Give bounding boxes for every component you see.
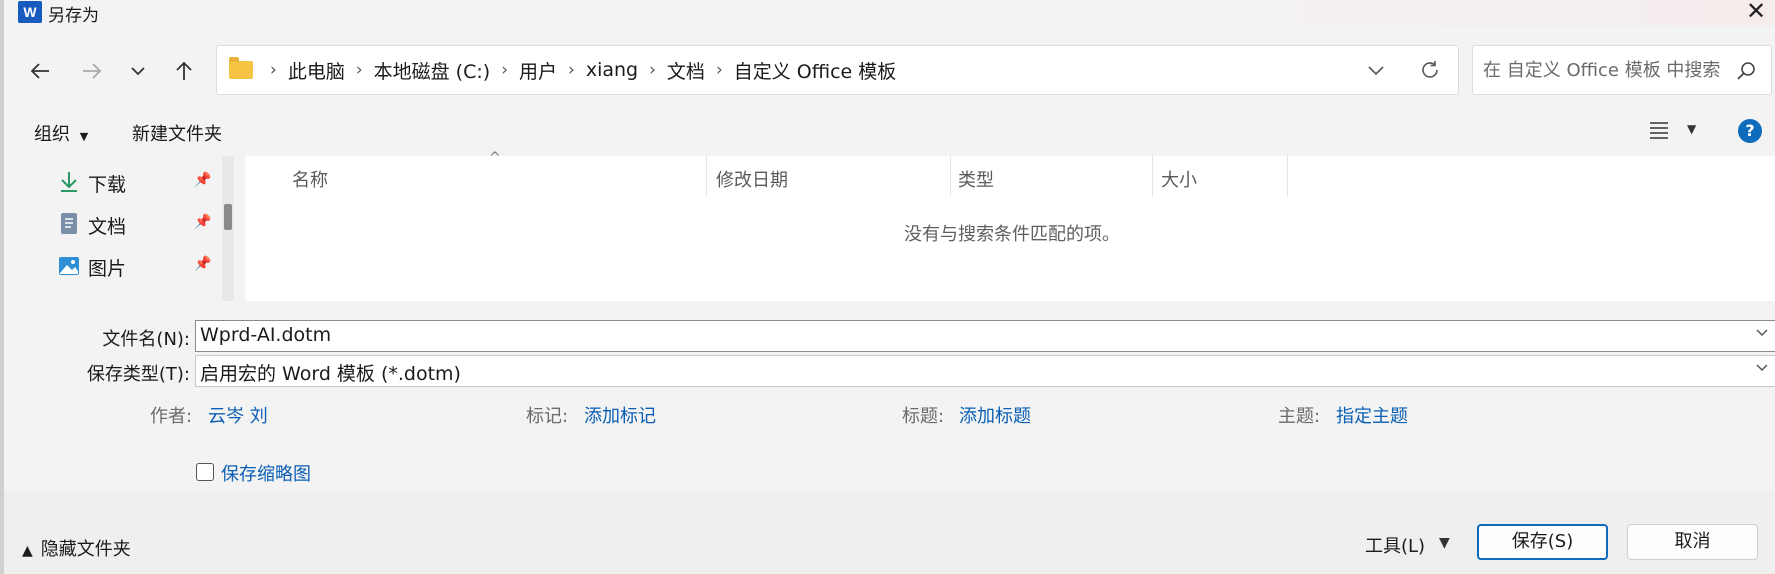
search-input[interactable] — [1483, 56, 1723, 84]
crumb-separator[interactable]: › — [649, 60, 656, 80]
chevron-down-icon — [1368, 66, 1384, 76]
crumb-this-pc[interactable]: 此电脑 — [288, 57, 345, 84]
arrow-left-icon — [30, 63, 49, 79]
sort-ascending-icon: ^ — [489, 150, 501, 166]
refresh-button[interactable] — [1416, 56, 1444, 84]
crumb-separator: › — [270, 60, 277, 80]
hide-folders-button[interactable]: ▲ 隐藏文件夹 — [22, 535, 131, 561]
arrow-right-icon — [83, 63, 102, 79]
organize-label: 组织 — [34, 124, 70, 145]
save-as-dialog: W 另存为 ✕ › 此电脑 › 本地磁盘 (C:) › 用户 › xiang ›… — [0, 0, 1775, 574]
document-icon — [61, 213, 77, 234]
chevron-down-icon[interactable] — [1755, 360, 1769, 378]
up-button[interactable] — [169, 56, 199, 86]
cancel-button[interactable]: 取消 — [1627, 524, 1758, 560]
crumb-users[interactable]: 用户 — [519, 57, 557, 84]
address-bar[interactable]: › 此电脑 › 本地磁盘 (C:) › 用户 › xiang › 文档 › 自定… — [216, 45, 1459, 95]
navigation-pane: 下载 📌 文档 📌 图片 📌 — [14, 156, 240, 301]
subject-value[interactable]: 指定主题 — [1336, 402, 1408, 428]
list-view-icon — [1650, 122, 1668, 139]
help-icon[interactable]: ? — [1738, 119, 1762, 143]
back-button[interactable] — [25, 56, 55, 86]
pin-icon: 📌 — [194, 172, 212, 188]
crumb-separator[interactable]: › — [356, 60, 363, 80]
sidebar-item-label: 下载 — [88, 174, 127, 196]
column-divider[interactable] — [1152, 156, 1153, 196]
word-icon: W — [18, 1, 42, 23]
address-history-button[interactable] — [1362, 56, 1390, 84]
column-header-type[interactable]: 类型 — [958, 166, 994, 192]
crumb-local-disk[interactable]: 本地磁盘 (C:) — [374, 57, 491, 84]
window-title: 另存为 — [48, 6, 99, 26]
crumb-separator[interactable]: › — [501, 60, 508, 80]
save-thumbnail-label[interactable]: 保存缩略图 — [221, 460, 311, 486]
breadcrumb: › 此电脑 › 本地磁盘 (C:) › 用户 › xiang › 文档 › 自定… — [259, 46, 896, 94]
filetype-label: 保存类型(T): — [86, 364, 190, 385]
close-button[interactable]: ✕ — [1743, 0, 1769, 24]
column-header-modified[interactable]: 修改日期 — [716, 166, 788, 192]
pin-icon: 📌 — [194, 214, 212, 230]
navigation-scrollbar[interactable] — [222, 156, 234, 301]
crumb-user[interactable]: xiang — [586, 59, 638, 81]
chevron-down-icon — [131, 67, 145, 76]
sidebar-item-label: 文档 — [88, 216, 127, 238]
column-divider[interactable] — [950, 156, 951, 196]
column-divider[interactable] — [1287, 156, 1288, 196]
sidebar-item-label: 图片 — [88, 258, 127, 280]
download-icon — [61, 172, 77, 192]
tools-menu[interactable]: 工具(L) — [1365, 532, 1425, 558]
author-label: 作者: — [150, 406, 193, 427]
column-header-size[interactable]: 大小 — [1161, 166, 1197, 192]
sidebar-item-downloads[interactable]: 下载 📌 — [14, 164, 214, 200]
caret-down-icon[interactable]: ▼ — [1687, 122, 1696, 136]
scrollbar-thumb[interactable] — [224, 204, 232, 230]
refresh-icon — [1422, 61, 1438, 78]
search-icon[interactable] — [1735, 60, 1757, 82]
column-header-name[interactable]: 名称 — [292, 166, 328, 192]
forward-button[interactable] — [77, 56, 107, 86]
save-thumbnail-checkbox[interactable] — [196, 463, 214, 481]
folder-icon — [229, 57, 253, 79]
view-options-button[interactable] — [1649, 120, 1669, 145]
search-box[interactable] — [1472, 45, 1772, 95]
author-value[interactable]: 云岑 刘 — [208, 402, 268, 428]
crumb-separator[interactable]: › — [568, 60, 575, 80]
caret-down-icon[interactable]: ▼ — [1439, 535, 1450, 551]
crumb-separator[interactable]: › — [716, 60, 723, 80]
filename-value[interactable]: Wprd-AI.dotm — [200, 324, 331, 346]
crumb-documents[interactable]: 文档 — [667, 57, 705, 84]
filetype-select[interactable]: 启用宏的 Word 模板 (*.dotm) — [195, 355, 1775, 387]
chevron-down-icon[interactable] — [1755, 325, 1769, 343]
dialog-footer: ▲ 隐藏文件夹 工具(L) ▼ 保存(S) 取消 — [4, 491, 1775, 574]
crumb-custom-templates[interactable]: 自定义 Office 模板 — [734, 57, 897, 84]
column-divider[interactable] — [706, 156, 707, 196]
empty-message: 没有与搜索条件匹配的项。 — [904, 224, 1120, 245]
save-button[interactable]: 保存(S) — [1477, 524, 1608, 560]
filetype-value[interactable]: 启用宏的 Word 模板 (*.dotm) — [200, 359, 461, 386]
hide-folders-label: 隐藏文件夹 — [40, 539, 131, 560]
title-label: 标题: — [902, 406, 945, 427]
filename-label: 文件名(N): — [102, 329, 190, 350]
title-value[interactable]: 添加标题 — [959, 402, 1031, 428]
command-bar: 组织 ▼ 新建文件夹 ▼ — [4, 110, 1775, 156]
arrow-up-icon — [176, 61, 192, 80]
pin-icon: 📌 — [194, 256, 212, 272]
sidebar-item-documents[interactable]: 文档 📌 — [14, 206, 214, 242]
filename-field[interactable]: Wprd-AI.dotm — [195, 320, 1775, 352]
tags-value[interactable]: 添加标记 — [584, 402, 656, 428]
organize-menu[interactable]: 组织 ▼ — [34, 120, 88, 146]
pictures-icon — [59, 257, 79, 275]
sidebar-item-pictures[interactable]: 图片 📌 — [14, 248, 214, 284]
new-folder-button[interactable]: 新建文件夹 — [132, 120, 222, 146]
file-list[interactable]: ^ 名称 修改日期 类型 大小 没有与搜索条件匹配的项。 — [245, 150, 1775, 301]
tags-label: 标记: — [526, 406, 569, 427]
recent-locations-button[interactable] — [123, 56, 153, 86]
subject-label: 主题: — [1278, 406, 1321, 427]
chevron-up-icon: ▲ — [22, 543, 33, 559]
title-bar: W 另存为 ✕ — [4, 0, 1775, 26]
caret-down-icon: ▼ — [79, 130, 89, 143]
